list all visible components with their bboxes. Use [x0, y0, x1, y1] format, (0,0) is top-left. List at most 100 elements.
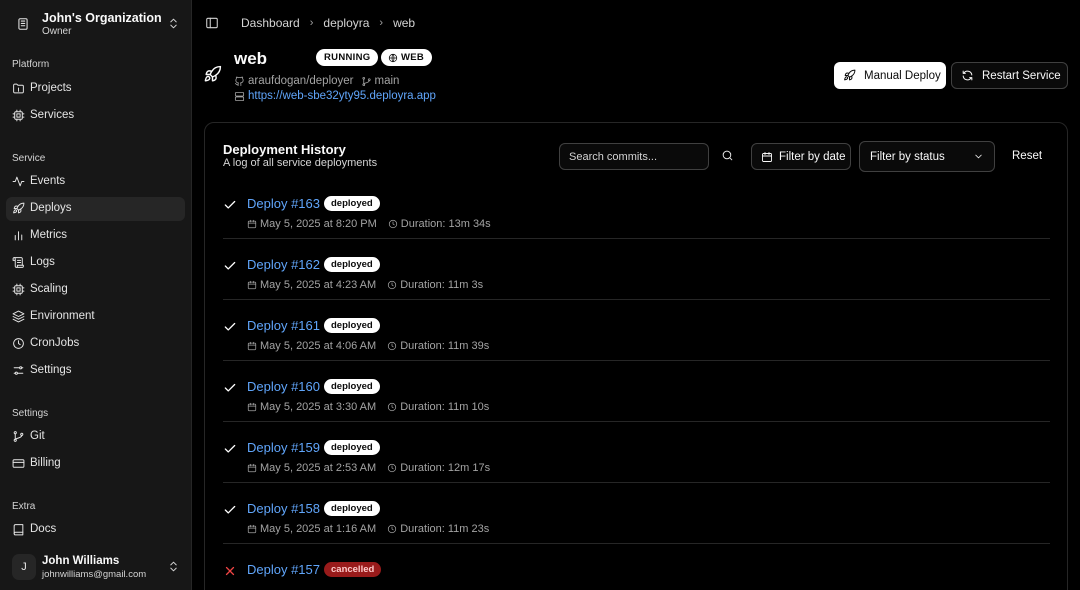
activity-icon	[12, 175, 25, 188]
bar-chart-icon	[12, 229, 25, 242]
clock-icon	[388, 219, 398, 229]
sidebar-item-docs[interactable]: Docs	[6, 518, 185, 542]
chevrons-up-down-icon	[167, 17, 180, 30]
deploy-duration: Duration: 11m 3s	[400, 279, 484, 291]
clock-icon	[387, 402, 397, 412]
sidebar-item-git[interactable]: Git	[6, 425, 185, 449]
deploy-row[interactable]: Deploy #160 deployed May 5, 2025 at 3:30 A…	[223, 361, 1050, 422]
card-subtitle: A log of all service deployments	[223, 157, 378, 169]
globe-icon	[388, 53, 398, 63]
building-icon	[16, 17, 30, 31]
breadcrumb-dashboard[interactable]: Dashboard	[241, 16, 300, 30]
search-commits-input[interactable]	[559, 143, 709, 170]
sidebar-item-metrics[interactable]: Metrics	[6, 224, 185, 248]
chevrons-up-down-icon	[167, 560, 180, 573]
sidebar-toggle-icon[interactable]	[205, 16, 219, 30]
deploy-meta: May 5, 2025 at 8:20 PM Duration: 13m 34s	[247, 218, 491, 230]
sidebar-item-label: Docs	[30, 523, 57, 535]
deploy-link[interactable]: Deploy #157	[247, 562, 320, 577]
search-icon[interactable]	[721, 149, 734, 162]
chevron-right-icon: ›	[379, 17, 384, 29]
filter-by-status-select[interactable]: Filter by status	[859, 141, 995, 172]
git-branch-icon	[12, 430, 25, 443]
server-icon	[234, 91, 245, 102]
clock-icon	[387, 463, 397, 473]
deploy-row[interactable]: Deploy #161 deployed May 5, 2025 at 4:06 A…	[223, 300, 1050, 361]
calendar-icon	[247, 524, 257, 534]
deploy-date: May 5, 2025 at 1:16 AM	[260, 523, 377, 535]
calendar-icon	[247, 463, 257, 473]
chevron-down-icon	[973, 151, 984, 162]
deploy-row[interactable]: Deploy #157 cancelled	[223, 544, 1050, 590]
manual-deploy-button[interactable]: Manual Deploy	[834, 62, 946, 89]
deploy-duration: Duration: 11m 10s	[400, 401, 490, 413]
calendar-icon	[247, 280, 257, 290]
deploy-meta: May 5, 2025 at 2:53 AM Duration: 12m 17s	[247, 462, 490, 474]
github-icon	[234, 76, 245, 87]
clock-icon	[12, 337, 25, 350]
branch-name: main	[374, 75, 400, 87]
calendar-icon	[247, 402, 257, 412]
org-switcher[interactable]: John's Organization Owner	[12, 9, 184, 39]
book-icon	[12, 523, 25, 536]
deploy-link[interactable]: Deploy #158	[247, 501, 320, 516]
deploy-row[interactable]: Deploy #163 deployed May 5, 2025 at 8:20 P…	[223, 178, 1050, 239]
deploy-date: May 5, 2025 at 2:53 AM	[260, 462, 377, 474]
sidebar-item-settings[interactable]: Settings	[6, 359, 185, 383]
deploy-status-badge: deployed	[324, 196, 380, 211]
check-icon	[223, 503, 237, 517]
sidebar-item-projects[interactable]: Projects	[6, 77, 185, 101]
deploy-link[interactable]: Deploy #161	[247, 318, 320, 333]
deploy-meta: May 5, 2025 at 1:16 AM Duration: 11m 23s	[247, 523, 489, 535]
clock-icon	[387, 280, 397, 290]
rocket-icon	[203, 65, 222, 84]
sidebar-item-label: Logs	[30, 256, 55, 268]
deploy-link[interactable]: Deploy #160	[247, 379, 320, 394]
filter-by-status-label: Filter by status	[870, 150, 945, 163]
breadcrumb-project[interactable]: deployra	[323, 16, 369, 30]
repo-info: araufdogan/deployer main	[234, 75, 399, 87]
manual-deploy-label: Manual Deploy	[864, 69, 941, 82]
credit-card-icon	[12, 457, 25, 470]
restart-service-button[interactable]: Restart Service	[951, 62, 1068, 89]
deploy-meta: May 5, 2025 at 4:06 AM Duration: 11m 39s	[247, 340, 489, 352]
sidebar-item-scaling[interactable]: Scaling	[6, 278, 185, 302]
deploy-link[interactable]: Deploy #162	[247, 257, 320, 272]
sidebar-item-services[interactable]: Services	[6, 104, 185, 128]
check-icon	[223, 442, 237, 456]
sidebar-item-cronjobs[interactable]: CronJobs	[6, 332, 185, 356]
user-email: johnwilliams@gmail.com	[42, 569, 147, 580]
sidebar-item-label: Environment	[30, 310, 95, 322]
restart-service-label: Restart Service	[982, 69, 1061, 82]
user-menu[interactable]: J John Williams johnwilliams@gmail.com	[10, 552, 184, 582]
sidebar-item-events[interactable]: Events	[6, 170, 185, 194]
deploy-status-badge: deployed	[324, 501, 380, 516]
reset-button[interactable]: Reset	[1012, 150, 1042, 162]
deploy-date: May 5, 2025 at 4:06 AM	[260, 340, 377, 352]
sidebar-item-label: Billing	[30, 457, 61, 469]
deploy-status-badge: deployed	[324, 257, 380, 272]
deploy-row[interactable]: Deploy #159 deployed May 5, 2025 at 2:53 A…	[223, 422, 1050, 483]
section-service: Service	[12, 153, 46, 164]
deploy-duration: Duration: 13m 34s	[400, 218, 491, 230]
deploy-row[interactable]: Deploy #158 deployed May 5, 2025 at 1:16 A…	[223, 483, 1050, 544]
avatar: J	[12, 554, 36, 580]
filter-by-date-button[interactable]: Filter by date	[751, 143, 851, 170]
section-settings: Settings	[12, 408, 49, 419]
deploy-status-badge: cancelled	[324, 562, 382, 577]
sidebar-item-logs[interactable]: Logs	[6, 251, 185, 275]
sidebar-item-deploys[interactable]: Deploys	[6, 197, 185, 221]
check-icon	[223, 198, 237, 212]
repo-name[interactable]: araufdogan/deployer	[248, 75, 354, 87]
deploy-row[interactable]: Deploy #162 deployed May 5, 2025 at 4:23 A…	[223, 239, 1050, 300]
org-name: John's Organization	[42, 11, 162, 25]
sidebar-item-environment[interactable]: Environment	[6, 305, 185, 329]
service-url-link[interactable]: https://web-sbe32yty95.deployra.app	[248, 90, 436, 102]
deploy-status-badge: deployed	[324, 440, 380, 455]
breadcrumb-service: web	[393, 16, 416, 30]
deploy-link[interactable]: Deploy #163	[247, 196, 320, 211]
status-badge-label: RUNNING	[324, 52, 371, 63]
sidebar-item-billing[interactable]: Billing	[6, 452, 185, 476]
deploy-link[interactable]: Deploy #159	[247, 440, 320, 455]
layers-icon	[12, 310, 25, 323]
